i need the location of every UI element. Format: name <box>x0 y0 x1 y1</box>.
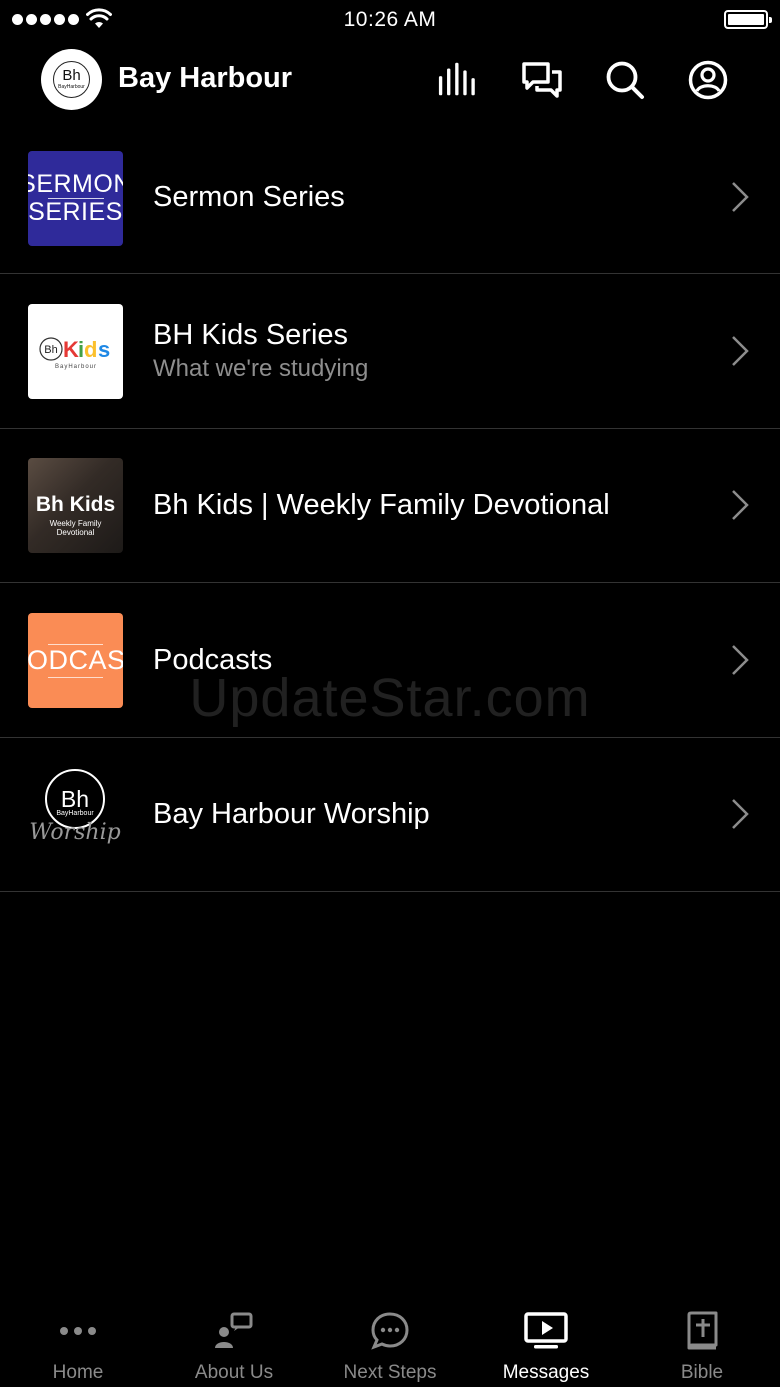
sermon-series-thumbnail: SERMON SERIES <box>28 151 123 246</box>
chat-icon <box>522 62 562 98</box>
profile-button[interactable] <box>686 58 730 102</box>
svg-text:d: d <box>84 337 97 362</box>
status-bar: 10:26 AM <box>0 0 780 40</box>
tab-label: Home <box>52 1362 104 1383</box>
thumbnail-line-2: SERIES <box>28 198 123 226</box>
audio-bars-icon <box>438 62 475 96</box>
thumbnail-caption: Weekly Family Devotional <box>49 519 102 537</box>
chevron-right-icon <box>732 182 749 212</box>
svg-text:Bh: Bh <box>44 344 57 356</box>
svg-text:BayHarbour: BayHarbour <box>55 364 97 370</box>
list-item-title: Sermon Series <box>153 181 345 213</box>
svg-text:BayHarbour: BayHarbour <box>56 810 94 817</box>
status-time: 10:26 AM <box>343 8 437 31</box>
church-logo[interactable]: Bh BayHarbour <box>41 49 102 110</box>
logo-monogram: Bh <box>62 67 81 84</box>
app-title: Bay Harbour <box>118 62 293 94</box>
list-item-bay-harbour-worship[interactable]: Bh BayHarbour Worship Bay Harbour Worshi… <box>0 738 780 892</box>
messages-screen: 10:26 AM Bh BayHarbour Bay Harbour ERMON… <box>0 0 780 1387</box>
chat-button[interactable] <box>520 58 564 102</box>
messages-list: SERMON SERIES Sermon Series Bh K i d s <box>0 121 780 892</box>
chevron-right-icon <box>732 490 749 521</box>
list-item-subtitle: What we're studying <box>153 354 369 382</box>
bh-kids-thumbnail: Bh K i d s BayHarbour <box>28 303 123 399</box>
tab-next-steps[interactable]: Next Steps <box>312 1297 468 1387</box>
tab-label: Next Steps <box>343 1362 437 1383</box>
tab-messages[interactable]: Messages <box>468 1297 624 1387</box>
worship-logo: Bh BayHarbour Worship <box>29 769 121 845</box>
tab-label: Bible <box>680 1362 724 1383</box>
chevron-right-icon <box>732 799 749 830</box>
list-item-weekly-family-devotional[interactable]: Bh Kids Weekly Family Devotional Bh Kids… <box>0 429 780 583</box>
about-us-icon <box>215 1312 253 1348</box>
audio-button[interactable] <box>437 58 481 102</box>
list-item-sermon-series[interactable]: SERMON SERIES Sermon Series <box>0 121 780 274</box>
app-header: Bh BayHarbour Bay Harbour <box>0 44 780 120</box>
more-dots-icon <box>60 1327 96 1335</box>
svg-text:K: K <box>63 337 79 362</box>
bh-kids-logo: Bh K i d s BayHarbour <box>39 337 110 370</box>
svg-text:Bh: Bh <box>61 786 89 812</box>
battery-icon <box>724 10 772 29</box>
profile-icon <box>688 60 728 100</box>
tab-bible[interactable]: Bible <box>624 1297 780 1387</box>
search-icon <box>606 61 644 99</box>
list-item-title: Podcasts <box>153 643 273 676</box>
chevron-right-icon <box>732 335 749 366</box>
bible-icon <box>687 1311 718 1350</box>
worship-thumbnail: Bh BayHarbour Worship <box>28 767 123 862</box>
podcasts-thumbnail: PODCAST <box>28 612 123 708</box>
list-item-podcasts[interactable]: PODCAST Podcasts <box>0 583 780 738</box>
tv-play-icon <box>524 1312 568 1349</box>
thumbnail-line-1: SERMON <box>28 170 123 198</box>
thumbnail-text: PODCAST <box>28 644 123 675</box>
tab-label: About Us <box>194 1362 274 1383</box>
search-button[interactable] <box>603 58 647 102</box>
list-item-title: Bh Kids | Weekly Family Devotional <box>153 489 610 522</box>
svg-text:Worship: Worship <box>29 820 120 845</box>
tab-home[interactable]: Home <box>0 1297 156 1387</box>
devotional-thumbnail: Bh Kids Weekly Family Devotional <box>28 458 123 553</box>
thumbnail-title: Bh Kids <box>35 493 116 516</box>
chevron-right-icon <box>732 644 749 675</box>
tab-about-us[interactable]: About Us <box>156 1297 312 1387</box>
tab-label: Messages <box>502 1362 590 1383</box>
chat-bubble-icon <box>371 1312 409 1350</box>
list-item-bh-kids-series[interactable]: Bh K i d s BayHarbour BH Kids Series Wha… <box>0 274 780 429</box>
list-item-title: Bay Harbour Worship <box>153 798 430 831</box>
logo-subtext: BayHarbour <box>58 84 85 90</box>
list-item-title: BH Kids Series <box>153 318 349 351</box>
tab-bar: Home About Us Next Steps Messages Bible <box>0 1297 780 1387</box>
svg-text:s: s <box>98 337 110 362</box>
